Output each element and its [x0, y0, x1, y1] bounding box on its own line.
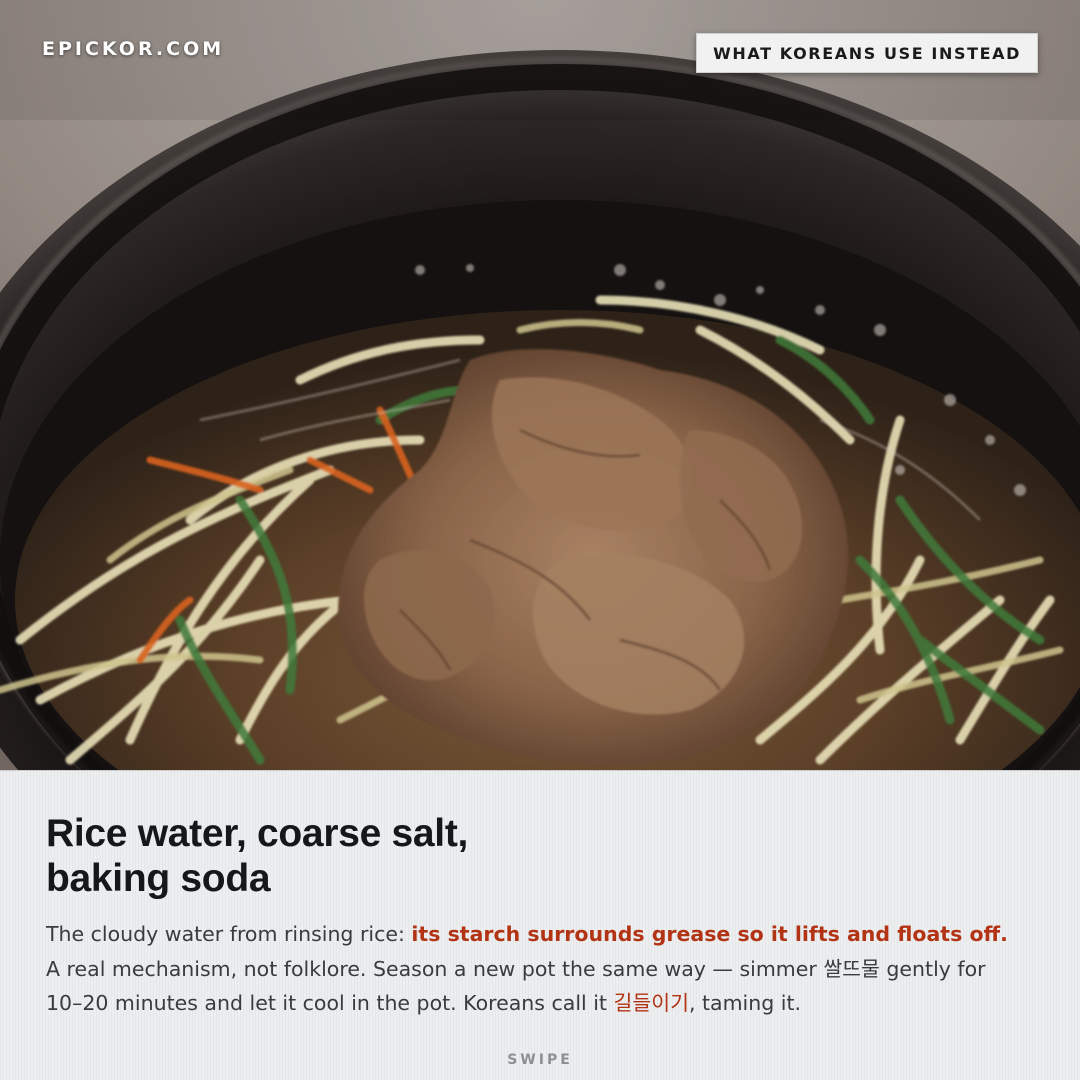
body-highlight-korean-term: 길들이기 — [613, 991, 689, 1015]
slide: EPICKOR.COM WHAT KOREANS USE INSTEAD Ric… — [0, 0, 1080, 1080]
caption-panel: Rice water, coarse salt, baking soda The… — [0, 770, 1080, 1080]
brand-logo[interactable]: EPICKOR.COM — [42, 38, 224, 60]
body-text-part-3: , taming it. — [688, 991, 802, 1015]
body-text-part-2: A real mechanism, not folklore. Season a… — [46, 956, 986, 1016]
body-highlight-starch: its starch surrounds grease so it lifts … — [411, 922, 1008, 946]
headline-line-2: baking soda — [46, 857, 271, 900]
category-tag: WHAT KOREANS USE INSTEAD — [696, 33, 1038, 73]
headline-line-1: Rice water, coarse salt, — [46, 812, 469, 855]
food-photo: EPICKOR.COM WHAT KOREANS USE INSTEAD — [0, 0, 1080, 770]
body-text-part-1: The cloudy water from rinsing rice: — [46, 922, 412, 946]
swipe-hint[interactable]: SWIPE — [0, 1052, 1080, 1068]
headline: Rice water, coarse salt, baking soda — [46, 811, 1034, 901]
body-text: The cloudy water from rinsing rice: its … — [46, 917, 1026, 1021]
bowl-illustration — [0, 0, 1080, 770]
